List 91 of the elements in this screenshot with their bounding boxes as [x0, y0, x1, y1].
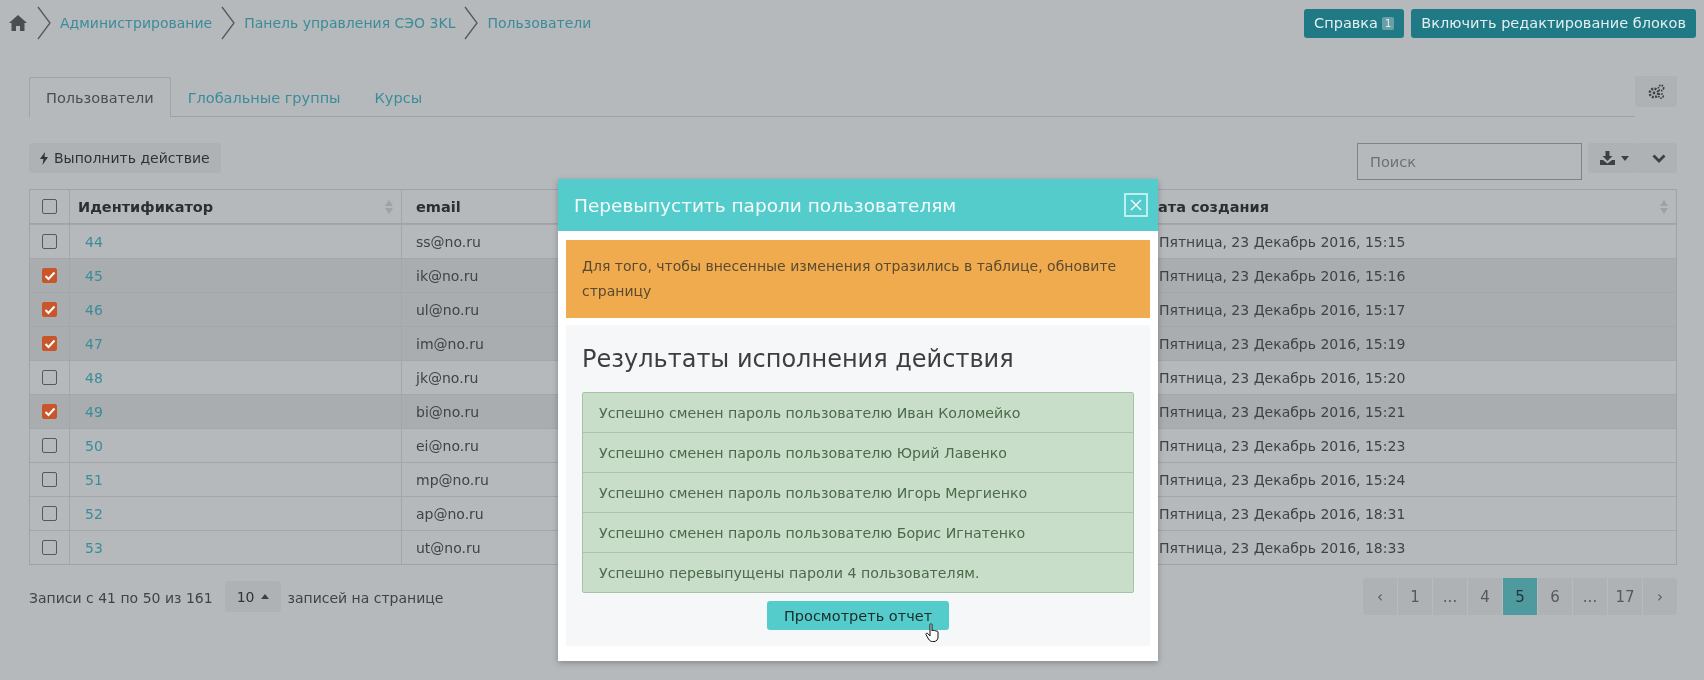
per-page-label: записей на странице [287, 590, 444, 606]
date-cell: Пятница, 23 Декабрь 2016, 15:17 [1159, 301, 1406, 318]
page-link[interactable]: ... [1572, 578, 1607, 615]
result-message: Успешно перевыпущены пароли 4 пользователям. [583, 552, 1133, 592]
select-all-checkbox[interactable] [42, 199, 57, 214]
date-cell: Пятница, 23 Декабрь 2016, 15:23 [1159, 437, 1406, 454]
tab[interactable]: Глобальные группы [170, 78, 358, 117]
close-button[interactable] [1124, 193, 1148, 217]
settings-button[interactable] [1635, 76, 1677, 107]
date-cell: Пятница, 23 Декабрь 2016, 18:31 [1159, 505, 1406, 522]
expand-button[interactable] [1640, 143, 1677, 173]
page-link[interactable]: 17 [1607, 578, 1642, 615]
date-cell: Пятница, 23 Декабрь 2016, 15:16 [1159, 267, 1406, 284]
user-id-link[interactable]: 48 [85, 369, 103, 386]
date-cell: Пятница, 23 Декабрь 2016, 15:20 [1159, 369, 1406, 386]
action-button[interactable]: Выполнить действие [29, 143, 221, 173]
page-link[interactable]: ‹ [1363, 578, 1397, 615]
tab[interactable]: Курсы [357, 78, 440, 117]
tab[interactable]: Пользователи [29, 77, 171, 117]
chevron-separator-icon [463, 6, 480, 40]
email-cell: ik@no.ru [416, 267, 479, 284]
export-button[interactable] [1588, 143, 1640, 173]
row-checkbox[interactable] [42, 268, 57, 283]
page-link[interactable]: 5 [1502, 578, 1537, 615]
row-checkbox[interactable] [42, 540, 57, 555]
page-link[interactable]: ... [1432, 578, 1467, 615]
email-cell: jk@no.ru [416, 369, 479, 386]
user-id-link[interactable]: 46 [85, 301, 103, 318]
row-checkbox[interactable] [42, 234, 57, 249]
lightning-icon [40, 151, 48, 165]
download-icon [1599, 151, 1615, 165]
email-cell: im@no.ru [416, 335, 484, 352]
date-cell: Пятница, 23 Декабрь 2016, 15:19 [1159, 335, 1406, 352]
email-cell: ss@no.ru [416, 233, 481, 250]
column-header[interactable]: ата создания [1158, 198, 1269, 215]
email-cell: bi@no.ru [416, 403, 480, 420]
user-id-link[interactable]: 50 [85, 437, 103, 454]
user-id-link[interactable]: 44 [85, 233, 103, 250]
user-id-link[interactable]: 49 [85, 403, 103, 420]
header-button[interactable]: Включить редактирование блоков [1411, 8, 1696, 38]
caret-down-icon [1620, 155, 1629, 161]
email-cell: ei@no.ru [416, 437, 479, 454]
date-cell: Пятница, 23 Декабрь 2016, 15:15 [1159, 233, 1406, 250]
row-checkbox[interactable] [42, 404, 57, 419]
email-cell: mp@no.ru [416, 471, 489, 488]
email-cell: ut@no.ru [416, 539, 481, 556]
search-field[interactable]: Поиск [1357, 143, 1582, 180]
user-id-link[interactable]: 47 [85, 335, 103, 352]
gears-icon [1647, 84, 1665, 99]
header-button[interactable]: Справка 1 [1304, 8, 1405, 38]
email-cell: ap@no.ru [416, 505, 484, 522]
result-message: Успешно сменен пароль пользователю Иван Коломейко [583, 393, 1133, 432]
result-message: Успешно сменен пароль пользователю Юрий Лавенко [583, 432, 1133, 472]
page-link[interactable]: 1 [1397, 578, 1432, 615]
page-link[interactable]: 6 [1537, 578, 1572, 615]
page-link[interactable]: › [1642, 578, 1677, 615]
row-checkbox[interactable] [42, 336, 57, 351]
results-heading: Результаты исполнения действия [582, 345, 1015, 373]
date-cell: Пятница, 23 Декабрь 2016, 18:33 [1159, 539, 1406, 556]
column-header[interactable]: email [416, 198, 461, 215]
result-message: Успешно сменен пароль пользователю Игорь Мергиенко [583, 472, 1133, 512]
caret-up-icon [261, 594, 270, 599]
per-page-select[interactable]: 10 [224, 581, 282, 612]
result-message: Успешно сменен пароль пользователю Борис Игнатенко [583, 512, 1133, 552]
warning-alert: Для того, чтобы внесенные изменения отразились в таблице, обновите страницу [566, 240, 1150, 318]
date-cell: Пятница, 23 Декабрь 2016, 15:24 [1159, 471, 1406, 488]
count-badge: 1 [1382, 16, 1395, 30]
column-header[interactable]: Идентификатор [78, 198, 214, 215]
records-info: Записи с 41 по 50 из 161 [29, 590, 213, 606]
user-id-link[interactable]: 53 [85, 539, 103, 556]
row-checkbox[interactable] [42, 506, 57, 521]
chevron-separator-icon [36, 6, 52, 40]
row-checkbox[interactable] [42, 302, 57, 317]
hand-cursor-icon [925, 623, 941, 643]
breadcrumb-link[interactable]: Панель управления СЭО 3KL [244, 15, 456, 31]
breadcrumb-link[interactable]: Пользователи [487, 15, 592, 31]
date-cell: Пятница, 23 Декабрь 2016, 15:21 [1159, 403, 1406, 420]
user-id-link[interactable]: 45 [85, 267, 103, 284]
row-checkbox[interactable] [42, 472, 57, 487]
breadcrumb-link[interactable]: Администрирование [60, 15, 213, 31]
row-checkbox[interactable] [42, 438, 57, 453]
row-checkbox[interactable] [42, 370, 57, 385]
user-id-link[interactable]: 51 [85, 471, 103, 488]
chevron-down-icon [1651, 153, 1666, 163]
chevron-separator-icon [220, 6, 237, 40]
close-icon[interactable] [1130, 199, 1142, 211]
email-cell: ul@no.ru [416, 301, 480, 318]
home-icon[interactable] [8, 14, 28, 32]
user-id-link[interactable]: 52 [85, 505, 103, 522]
view-report-button[interactable]: Просмотреть отчет [767, 601, 949, 630]
modal-title: Перевыпустить пароли пользователям [574, 194, 957, 216]
